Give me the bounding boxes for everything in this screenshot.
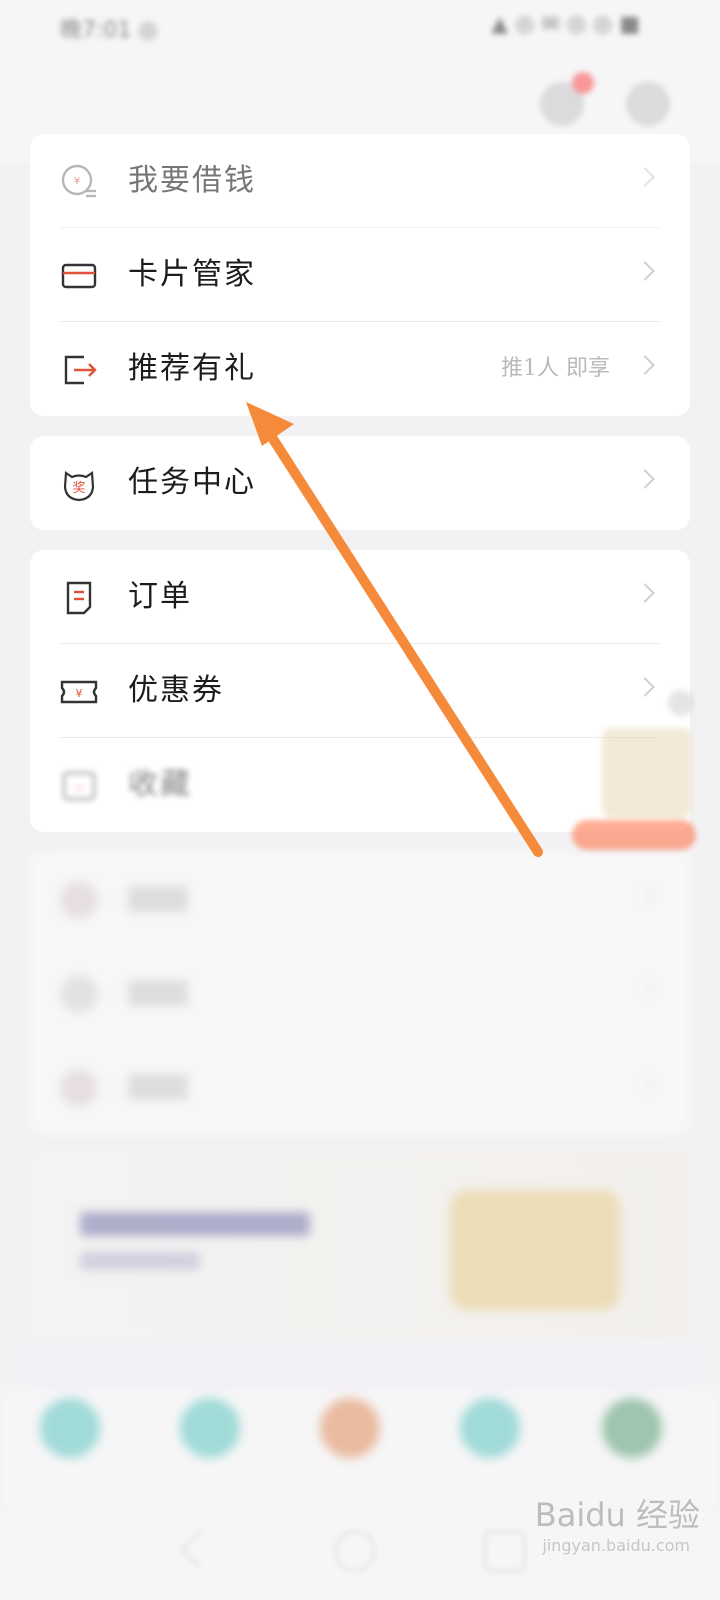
annotation-arrow <box>246 402 543 857</box>
